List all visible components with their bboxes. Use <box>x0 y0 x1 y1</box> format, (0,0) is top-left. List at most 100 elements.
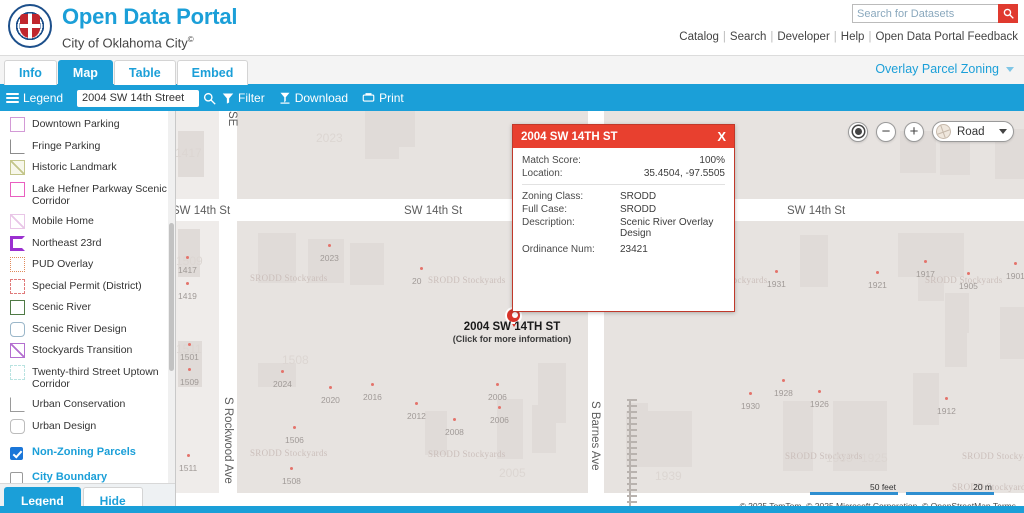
legend-item[interactable]: Northeast 23rd <box>10 236 171 251</box>
download-button[interactable]: Download <box>279 91 348 105</box>
popup-row: Full Case: SRODD <box>522 204 725 215</box>
pin-label-title: 2004 SW 14TH ST <box>442 321 582 333</box>
overlay-parcel-zoning-dropdown[interactable]: Overlay Parcel Zoning <box>875 62 1014 76</box>
close-icon[interactable]: X <box>717 129 726 144</box>
address-search-button[interactable] <box>203 92 216 105</box>
legend-item[interactable]: Scenic River <box>10 300 171 315</box>
dataset-search-input[interactable] <box>852 4 998 23</box>
parcel-dot <box>775 270 778 273</box>
tab-map[interactable]: Map <box>58 60 113 85</box>
parcel-number: 1511 <box>179 463 197 473</box>
parcel-dot <box>186 282 189 285</box>
legend-toggle-button[interactable]: Legend <box>6 91 63 105</box>
legend-checkbox-label: City Boundary <box>32 471 107 483</box>
checkbox-icon[interactable] <box>10 472 23 483</box>
bottom-accent-strip <box>0 506 1024 513</box>
road-label: S Barnes Ave <box>589 401 601 470</box>
legend-item-label: Scenic River Design <box>32 322 127 336</box>
basemap-dropdown[interactable]: Road <box>932 121 1014 142</box>
parcel-number: 1506 <box>285 435 304 445</box>
popup-row: Ordinance Num: 23421 <box>522 244 725 255</box>
zoom-out-button[interactable]: − <box>876 122 896 142</box>
parcel-number: 1928 <box>774 388 793 398</box>
open-data-portal-map-page: Open Data Portal City of Oklahoma City© … <box>0 0 1024 513</box>
pin-label-hint: (Click for more information) <box>442 334 582 344</box>
checkbox-icon[interactable] <box>10 447 23 460</box>
parcel-dot <box>188 343 191 346</box>
filter-button[interactable]: Filter <box>222 91 265 105</box>
legend-swatch-icon <box>10 322 25 337</box>
legend-scroll-area[interactable]: Downtown Parking Fringe Parking Historic L… <box>0 111 175 483</box>
download-icon <box>279 92 291 104</box>
map-building <box>945 333 967 367</box>
legend-item[interactable]: Special Permit (District) <box>10 279 171 294</box>
legend-scrollbar[interactable] <box>168 111 175 483</box>
nav-link-developer[interactable]: Developer <box>777 31 829 43</box>
legend-item-label: Fringe Parking <box>32 139 100 153</box>
legend-checkbox-item[interactable]: City Boundary <box>10 471 171 483</box>
legend-item[interactable]: Fringe Parking <box>10 139 171 154</box>
nav-link-catalog[interactable]: Catalog <box>679 31 719 43</box>
address-search-input[interactable] <box>77 90 199 107</box>
legend-item[interactable]: Stockyards Transition <box>10 343 171 358</box>
legend-swatch-icon <box>10 343 25 358</box>
legend-item[interactable]: Urban Conservation <box>10 397 171 412</box>
legend-checkbox-item[interactable]: Non-Zoning Parcels <box>10 446 171 460</box>
scale-feet: 50 feet <box>810 483 898 495</box>
parcel-number: 1931 <box>767 279 786 289</box>
map-parcel-bignum: 1417 <box>175 146 202 160</box>
legend-item-label: Historic Landmark <box>32 160 117 174</box>
tab-list: Info Map Table Embed <box>4 60 249 85</box>
legend-item[interactable]: Downtown Parking <box>10 117 171 132</box>
road-label: S Rockwood Ave <box>222 397 234 484</box>
legend-item[interactable]: Scenic River Design <box>10 322 171 337</box>
popup-row: Location: 35.4504, -97.5505 <box>522 168 725 179</box>
printer-icon <box>362 92 375 104</box>
parcel-number: 1921 <box>868 280 887 290</box>
legend-swatch-icon <box>10 214 25 229</box>
zone-label: SRODD Stockyards <box>250 448 328 458</box>
legend-item[interactable]: Historic Landmark <box>10 160 171 175</box>
tab-info[interactable]: Info <box>4 60 57 85</box>
nav-link-help[interactable]: Help <box>841 31 865 43</box>
legend-item-label: Lake Hefner Parkway Scenic Corridor <box>32 182 171 208</box>
map-building <box>913 373 939 425</box>
parcel-dot <box>415 402 418 405</box>
map-building <box>395 111 415 147</box>
legend-item[interactable]: Lake Hefner Parkway Scenic Corridor <box>10 182 171 208</box>
map-parcel-bignum: 2023 <box>316 131 343 145</box>
map-controls: − + Road <box>848 121 1014 142</box>
download-label: Download <box>295 91 348 105</box>
legend-swatch-icon <box>10 300 25 315</box>
map-pin-label[interactable]: 2004 SW 14TH ST (Click for more informat… <box>442 321 582 344</box>
map-building <box>365 111 399 159</box>
brand[interactable]: Open Data Portal City of Oklahoma City© <box>8 4 237 52</box>
legend-item[interactable]: Twenty-third Street Uptown Corridor <box>10 365 171 391</box>
legend-item-label: Scenic River <box>32 300 91 314</box>
parcel-number: 1930 <box>741 401 760 411</box>
print-button[interactable]: Print <box>362 91 404 105</box>
header-right: Catalog|Search|Developer|Help|Open Data … <box>679 4 1018 43</box>
map-building <box>940 141 970 175</box>
zone-label: SRODD Stockyards <box>250 273 328 283</box>
legend-item[interactable]: PUD Overlay <box>10 257 171 272</box>
legend-item[interactable]: Urban Design <box>10 419 171 434</box>
parcel-dot <box>782 379 785 382</box>
nav-sep: | <box>834 31 837 43</box>
parcel-dot <box>496 383 499 386</box>
tab-table[interactable]: Table <box>114 60 176 85</box>
zoom-in-button[interactable]: + <box>904 122 924 142</box>
parcel-number: 2016 <box>363 392 382 402</box>
parcel-dot <box>187 454 190 457</box>
popup-row-key: Full Case: <box>522 204 620 215</box>
legend-item[interactable]: Mobile Home <box>10 214 171 229</box>
nav-link-search[interactable]: Search <box>730 31 766 43</box>
basemap-label: Road <box>957 126 985 138</box>
road-label: SW 14th St <box>172 205 230 217</box>
legend-swatch-icon <box>10 397 25 412</box>
filter-icon <box>222 92 234 104</box>
locate-me-button[interactable] <box>848 122 868 142</box>
dataset-search-button[interactable] <box>998 4 1018 23</box>
nav-link-feedback[interactable]: Open Data Portal Feedback <box>875 31 1018 43</box>
tab-embed[interactable]: Embed <box>177 60 249 85</box>
